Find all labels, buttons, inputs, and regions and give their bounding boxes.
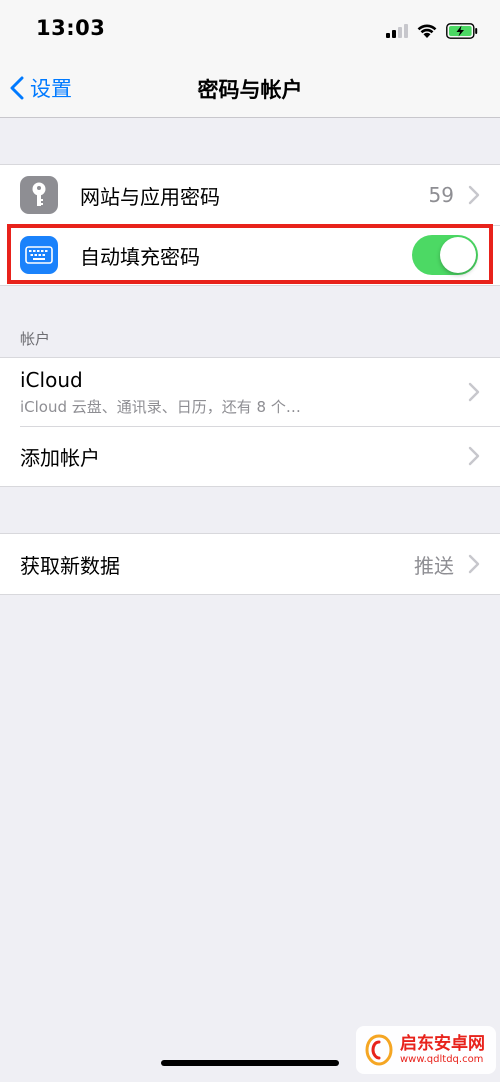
website-app-passwords-label: 网站与应用密码 <box>80 184 220 209</box>
chevron-right-icon <box>468 554 480 574</box>
password-count: 59 <box>428 183 454 207</box>
autofill-passwords-toggle[interactable] <box>412 235 478 275</box>
add-account-label: 添加帐户 <box>20 445 100 470</box>
watermark-title: 启东安卓网 <box>400 1034 485 1054</box>
chevron-right-icon <box>468 446 480 466</box>
watermark-text: 启东安卓网 www.qdltdq.com <box>400 1034 485 1066</box>
accounts-group: iCloud iCloud 云盘、通讯录、日历，还有 8 个… 添加帐户 <box>0 357 500 487</box>
chevron-right-icon <box>468 382 480 402</box>
autofill-passwords-label: 自动填充密码 <box>80 244 200 269</box>
icloud-label-stack: iCloud iCloud 云盘、通讯录、日历，还有 8 个… <box>20 368 301 417</box>
accounts-section-header: 帐户 <box>20 330 51 348</box>
cellular-signal-icon <box>386 24 408 38</box>
icloud-account-row[interactable]: iCloud iCloud 云盘、通讯录、日历，还有 8 个… <box>0 358 500 426</box>
toggle-knob <box>440 237 476 273</box>
navigation-bar: 设置 密码与帐户 <box>0 58 500 118</box>
passwords-group: 网站与应用密码 59 自动填充密码 <box>0 164 500 286</box>
chevron-right-icon <box>468 185 480 205</box>
fetch-new-data-row[interactable]: 获取新数据 推送 <box>0 534 500 594</box>
watermark-logo-icon <box>365 1034 393 1066</box>
website-app-passwords-row[interactable]: 网站与应用密码 59 <box>0 165 500 225</box>
status-icons <box>386 20 478 42</box>
icloud-label: iCloud <box>20 368 83 392</box>
keyboard-icon <box>20 236 58 274</box>
status-time: 13:03 <box>36 16 106 40</box>
fetch-new-data-value: 推送 <box>414 553 454 578</box>
key-icon <box>20 176 58 214</box>
add-account-row[interactable]: 添加帐户 <box>0 426 500 486</box>
watermark: 启东安卓网 www.qdltdq.com <box>356 1026 496 1074</box>
icloud-detail: iCloud 云盘、通讯录、日历，还有 8 个… <box>20 398 301 416</box>
status-bar: 13:03 <box>0 0 500 58</box>
watermark-url: www.qdltdq.com <box>400 1054 484 1065</box>
autofill-passwords-row: 自动填充密码 <box>0 225 500 285</box>
fetch-new-data-label: 获取新数据 <box>20 553 120 578</box>
page-title: 密码与帐户 <box>197 78 303 102</box>
fetch-group: 获取新数据 推送 <box>0 533 500 595</box>
wifi-icon <box>417 24 437 38</box>
home-indicator[interactable] <box>161 1060 339 1066</box>
battery-charging-icon <box>446 23 478 39</box>
